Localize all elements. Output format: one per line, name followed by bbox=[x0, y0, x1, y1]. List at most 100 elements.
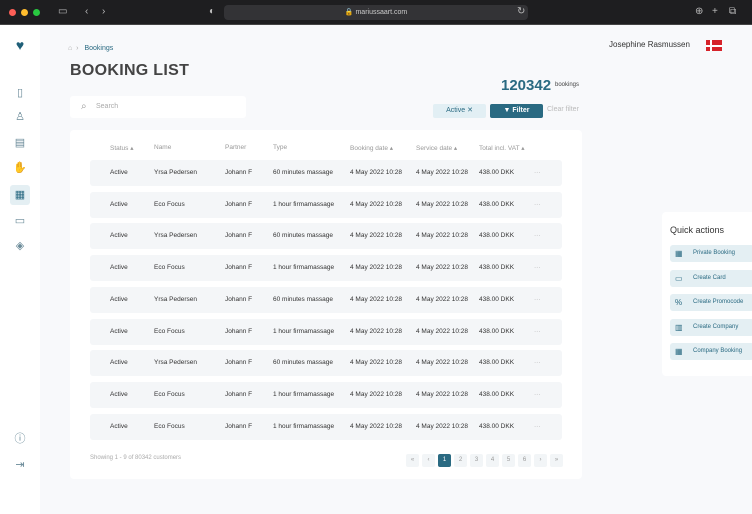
page-button[interactable]: › bbox=[534, 454, 547, 467]
quick-action-create-company[interactable]: ▥ Create Company bbox=[670, 318, 752, 336]
row-more-button[interactable]: ··· bbox=[534, 223, 541, 249]
table-row[interactable]: Active Yrsa Pedersen Johann F 60 minutes ma… bbox=[90, 286, 562, 313]
row-more-button[interactable]: ··· bbox=[534, 319, 541, 345]
cell-service-date: 4 May 2022 10:28 bbox=[416, 200, 469, 208]
page-button[interactable]: ‹ bbox=[422, 454, 435, 467]
page-button[interactable]: 3 bbox=[470, 454, 483, 467]
address-bar[interactable]: 🔒 mariussaart.com bbox=[224, 5, 528, 20]
page-title: BOOKING LIST bbox=[70, 62, 190, 79]
row-more-button[interactable]: ··· bbox=[534, 255, 541, 281]
page-button[interactable]: 1 bbox=[438, 454, 451, 467]
handshake-icon[interactable]: ✋ bbox=[10, 158, 30, 178]
cell-partner: Johann F bbox=[225, 422, 253, 430]
cell-name: Yrsa Pedersen bbox=[154, 359, 197, 367]
documents-icon[interactable]: ▤ bbox=[10, 133, 30, 153]
calendar-icon[interactable]: ▦ bbox=[10, 185, 30, 205]
column-header-booking-date[interactable]: Booking date ▴ bbox=[350, 144, 393, 152]
quick-action-icon: ▦ bbox=[675, 347, 683, 356]
table-row[interactable]: Active Eco Focus Johann F 1 hour firmamassa… bbox=[90, 318, 562, 345]
shield-icon[interactable]: ◐ bbox=[209, 6, 215, 18]
page-button[interactable]: 2 bbox=[454, 454, 467, 467]
cell-booking-date: 4 May 2022 10:28 bbox=[350, 169, 403, 176]
sidebar-toggle-icon[interactable]: ▭ bbox=[58, 6, 67, 18]
column-header-type[interactable]: Type bbox=[273, 144, 287, 151]
user-name[interactable]: Josephine Rasmussen bbox=[609, 40, 690, 49]
tabs-overview-icon[interactable]: ⧉ bbox=[729, 6, 736, 18]
search-placeholder: Search bbox=[96, 103, 119, 110]
cell-partner: Johann F bbox=[225, 169, 253, 176]
showing-count: Showing 1 - 9 of 80342 customers bbox=[90, 455, 182, 461]
cell-partner: Johann F bbox=[225, 200, 253, 208]
search-input[interactable]: ⌕ Search bbox=[70, 96, 246, 118]
cell-booking-date: 4 May 2022 10:28 bbox=[350, 390, 403, 398]
page-button[interactable]: » bbox=[550, 454, 563, 467]
page-button[interactable]: « bbox=[406, 454, 419, 467]
table-row[interactable]: Active Eco Focus Johann F 1 hour firmamassa… bbox=[90, 381, 562, 408]
cell-name: Eco Focus bbox=[154, 327, 185, 335]
active-filter-chip[interactable]: Active ✕ bbox=[433, 104, 486, 118]
cell-status: Active bbox=[110, 264, 128, 272]
cell-booking-date: 4 May 2022 10:28 bbox=[350, 327, 403, 335]
close-window-button[interactable] bbox=[9, 9, 16, 16]
column-header-name[interactable]: Name bbox=[154, 144, 171, 151]
card-icon[interactable]: ▭ bbox=[10, 211, 30, 231]
page-button[interactable]: 4 bbox=[486, 454, 499, 467]
page-button[interactable]: 6 bbox=[518, 454, 531, 467]
quick-action-label: Company Booking bbox=[693, 348, 743, 354]
new-tab-icon[interactable]: + bbox=[712, 6, 718, 18]
table-row[interactable]: Active Yrsa Pedersen Johann F 60 minutes ma… bbox=[90, 350, 562, 377]
quick-action-icon: ▭ bbox=[675, 273, 683, 283]
quick-action-label: Create Company bbox=[693, 323, 739, 330]
logout-icon[interactable]: ⇥ bbox=[10, 455, 30, 475]
quick-action-company-booking[interactable]: ▦ Company Booking bbox=[670, 343, 752, 360]
forward-icon[interactable]: › bbox=[102, 6, 105, 18]
quick-action-create-promocode[interactable]: % Create Promocode bbox=[670, 294, 752, 311]
dashboard-icon[interactable]: ▯ bbox=[10, 83, 30, 103]
row-more-button[interactable]: ··· bbox=[534, 192, 541, 218]
row-more-button[interactable]: ··· bbox=[534, 350, 541, 376]
table-row[interactable]: Active Eco Focus Johann F 1 hour firmamassa… bbox=[90, 413, 562, 440]
booking-count-label: bookings bbox=[555, 82, 580, 88]
quick-action-private-booking[interactable]: ▦ Private Booking bbox=[670, 245, 752, 262]
cell-total: 438.00 DKK bbox=[479, 327, 515, 335]
row-more-button[interactable]: ··· bbox=[534, 382, 541, 408]
download-icon[interactable]: ⊕ bbox=[695, 6, 703, 18]
home-icon[interactable]: ⌂ › bbox=[68, 45, 78, 52]
reload-icon[interactable]: ↻ bbox=[517, 6, 525, 18]
cell-partner: Johann F bbox=[225, 232, 253, 240]
cell-type: 60 minutes massage bbox=[273, 295, 333, 303]
table-row[interactable]: Active Yrsa Pedersen Johann F 60 minutes ma… bbox=[90, 223, 562, 250]
minimize-window-button[interactable] bbox=[21, 9, 28, 16]
quick-actions-panel: Quick actions ▦ Private Booking ▭ Create Ca… bbox=[662, 212, 752, 376]
cell-status: Active bbox=[110, 232, 128, 240]
clear-filter-link[interactable]: Clear filter bbox=[547, 106, 579, 113]
row-more-button[interactable]: ··· bbox=[534, 287, 541, 313]
cell-service-date: 4 May 2022 10:28 bbox=[416, 169, 469, 176]
info-icon[interactable]: ⓘ bbox=[10, 429, 30, 449]
cell-total: 438.00 DKK bbox=[479, 295, 515, 303]
cell-total: 438.00 DKK bbox=[479, 200, 515, 208]
table-row[interactable]: Active Yrsa Pedersen Johann F 60 minutes ma… bbox=[90, 160, 562, 186]
sidebar: ♥ ▯ ♙ ▤ ✋ ▦ ▭ ◈ ⓘ ⇥ bbox=[0, 25, 40, 514]
cell-total: 438.00 DKK bbox=[479, 232, 515, 240]
cell-status: Active bbox=[110, 390, 128, 398]
quick-action-create-card[interactable]: ▭ Create Card bbox=[670, 269, 752, 287]
column-header-partner[interactable]: Partner bbox=[225, 144, 246, 151]
layers-icon[interactable]: ◈ bbox=[10, 236, 30, 256]
breadcrumb-current[interactable]: Bookings bbox=[84, 45, 113, 52]
column-header-service-date[interactable]: Service date ▴ bbox=[416, 144, 457, 152]
table-row[interactable]: Active Eco Focus Johann F 1 hour firmamassa… bbox=[90, 255, 562, 282]
filter-button[interactable]: ▼ Filter bbox=[490, 104, 543, 118]
cell-booking-date: 4 May 2022 10:28 bbox=[350, 359, 403, 367]
column-header-total[interactable]: Total incl. VAT ▴ bbox=[479, 144, 525, 152]
page-button[interactable]: 5 bbox=[502, 454, 515, 467]
table-row[interactable]: Active Eco Focus Johann F 1 hour firmamassa… bbox=[90, 191, 562, 218]
danish-flag-icon[interactable] bbox=[706, 40, 722, 51]
back-icon[interactable]: ‹ bbox=[85, 6, 88, 18]
logo-icon[interactable]: ♥ bbox=[10, 35, 30, 55]
row-more-button[interactable]: ··· bbox=[534, 160, 541, 186]
users-icon[interactable]: ♙ bbox=[10, 107, 30, 127]
row-more-button[interactable]: ··· bbox=[534, 414, 541, 440]
maximize-window-button[interactable] bbox=[33, 9, 40, 16]
column-header-status[interactable]: Status ▴ bbox=[110, 144, 134, 152]
